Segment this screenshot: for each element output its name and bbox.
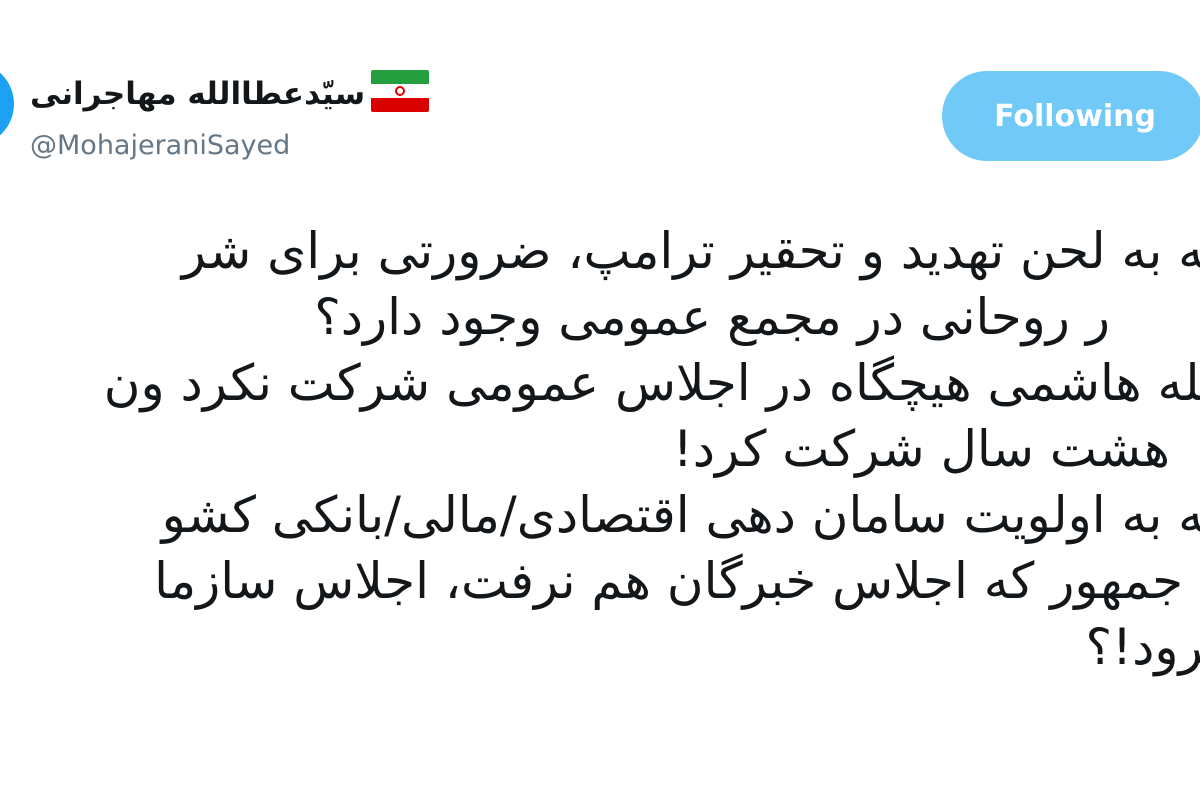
tweet-line: الله هاشمی هیچگاه در اجلاس عمومی شرکت نک… (103, 354, 1200, 412)
tweet-line: هشت سال شرکت کرد! (672, 420, 1170, 478)
following-button[interactable]: Following (942, 71, 1200, 161)
tweet-card: سیّدعطاالله مهاجرانی @MohajeraniSayed Fo… (0, 0, 1200, 800)
tweet-line: س جمهور که اجلاس خبرگان هم نرفت، اجلاس س… (154, 552, 1200, 610)
tweet-text: وجه به لحن تهدید و تحقیر ترامپ، ضرورتی ب… (0, 218, 1200, 680)
tweet-line: برود!؟ (1085, 618, 1200, 676)
user-handle[interactable]: @MohajeraniSayed (30, 130, 290, 161)
tweet-line: وجه به اولویت سامان دهی اقتصادی/مالی/بان… (161, 486, 1200, 544)
tweet-line: وجه به لحن تهدید و تحقیر ترامپ، ضرورتی ب… (181, 222, 1200, 280)
user-name-row: سیّدعطاالله مهاجرانی (30, 66, 430, 122)
avatar[interactable] (0, 62, 14, 146)
display-name[interactable]: سیّدعطاالله مهاجرانی (30, 76, 365, 112)
tweet-line: ر روحانی در مجمع عمومی وجود دارد؟ (314, 288, 1110, 346)
iran-flag-icon (371, 70, 430, 112)
